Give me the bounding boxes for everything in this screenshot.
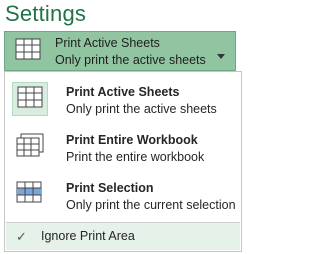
menu-item-print-entire-workbook[interactable]: Print Entire Workbook Print the entire w… <box>5 123 241 171</box>
selected-option-title: Print Active Sheets <box>55 36 160 50</box>
menu-item-print-active-sheets[interactable]: Print Active Sheets Only print the activ… <box>5 75 241 123</box>
settings-title: Settings <box>5 1 87 26</box>
chevron-down-icon <box>217 46 225 64</box>
option-subtitle: Print the entire workbook <box>66 150 205 164</box>
option-title: Print Active Sheets <box>66 85 180 99</box>
option-title: Print Entire Workbook <box>66 133 198 147</box>
checkmark-icon: ✓ <box>16 229 27 244</box>
active-sheets-icon <box>15 38 41 64</box>
option-title: Print Selection <box>66 181 154 195</box>
print-what-menu: Print Active Sheets Only print the activ… <box>4 71 242 252</box>
selected-option-subtitle: Only print the active sheets <box>55 53 206 67</box>
ignore-print-area-toggle[interactable]: ✓ Ignore Print Area <box>6 222 240 250</box>
menu-item-print-selection[interactable]: Print Selection Only print the current s… <box>5 171 241 219</box>
active-sheets-icon <box>12 82 48 116</box>
ignore-print-area-label: Ignore Print Area <box>41 229 135 243</box>
option-subtitle: Only print the active sheets <box>66 102 217 116</box>
entire-workbook-icon <box>12 130 48 164</box>
print-what-dropdown[interactable]: Print Active Sheets Only print the activ… <box>4 31 236 71</box>
option-subtitle: Only print the current selection <box>66 198 236 212</box>
selection-icon <box>12 178 48 212</box>
